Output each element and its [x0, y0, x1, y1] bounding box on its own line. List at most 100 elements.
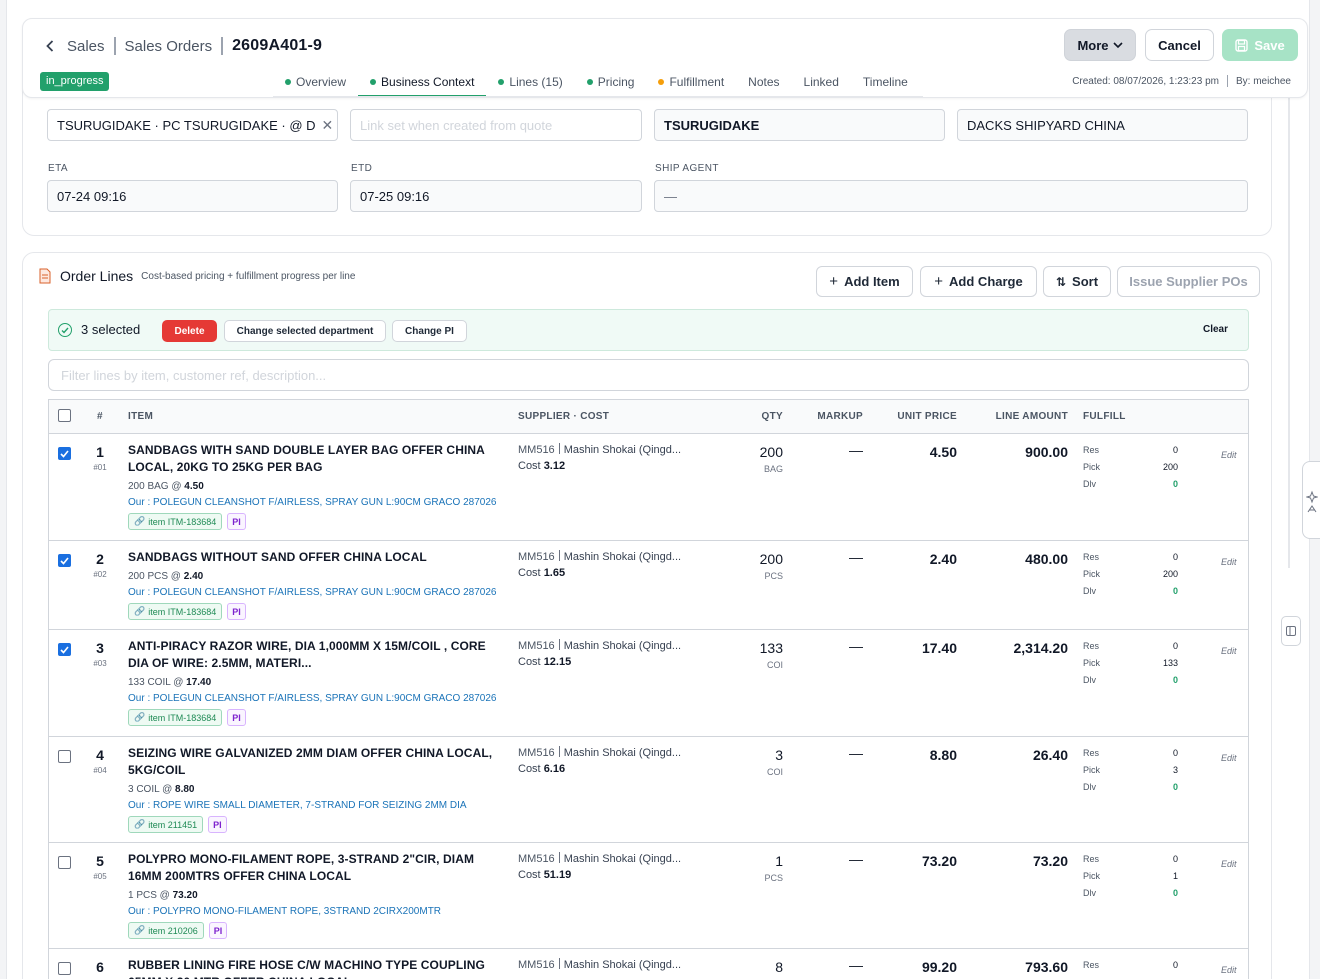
our-reference-link[interactable]: Our : POLEGUN CLEANSHOT F/AIRLESS, SPRAY…	[128, 497, 496, 508]
change-department-button[interactable]: Change selected department	[224, 320, 386, 342]
cancel-button[interactable]: Cancel	[1145, 29, 1214, 61]
line-markup[interactable]: —	[819, 442, 863, 458]
clear-selection-button[interactable]: Clear	[1203, 324, 1228, 335]
line-qty[interactable]: 8	[733, 959, 783, 975]
line-unit-price[interactable]: 4.50	[889, 444, 957, 460]
pi-badge[interactable]: PI	[227, 709, 246, 726]
item-title[interactable]: ANTI-PIRACY RAZOR WIRE, DIA 1,000MM X 15…	[128, 638, 508, 671]
tab-linked[interactable]: Linked	[792, 69, 851, 95]
select-all-checkbox[interactable]	[58, 409, 71, 422]
item-link-tag[interactable]: 🔗 item 210206	[128, 922, 204, 939]
shipyard-field[interactable]: DACKS SHIPYARD CHINA	[957, 109, 1248, 141]
edit-line-button[interactable]: Edit	[1221, 646, 1237, 656]
line-markup[interactable]: —	[819, 745, 863, 761]
col-supplier-cost[interactable]: SUPPLIER · COST	[518, 411, 609, 422]
add-item-button[interactable]: + Add Item	[816, 266, 913, 297]
save-button[interactable]: Save	[1222, 29, 1298, 61]
tab-overview[interactable]: Overview	[273, 69, 358, 95]
sort-button[interactable]: ⇅ Sort	[1043, 266, 1111, 297]
line-markup[interactable]: —	[819, 851, 863, 867]
supplier-name[interactable]: MM516 Mashin Shokai (Qingd...	[518, 639, 681, 652]
line-qty[interactable]: 200	[733, 551, 783, 567]
col-qty[interactable]: QTY	[749, 411, 783, 422]
row-checkbox[interactable]	[58, 962, 71, 975]
edit-line-button[interactable]: Edit	[1221, 859, 1237, 869]
tab-timeline[interactable]: Timeline	[851, 69, 920, 95]
vessel-name-field[interactable]: TSURUGIDAKE	[654, 109, 945, 141]
supplier-name[interactable]: MM516 Mashin Shokai (Qingd...	[518, 443, 681, 456]
supplier-name[interactable]: MM516 Mashin Shokai (Qingd...	[518, 852, 681, 865]
tab-pricing[interactable]: Pricing	[575, 69, 647, 95]
col-unit-price[interactable]: UNIT PRICE	[879, 411, 957, 422]
breadcrumb-sales[interactable]: Sales	[67, 38, 105, 55]
line-qty[interactable]: 3	[733, 747, 783, 763]
pi-badge[interactable]: PI	[208, 922, 228, 939]
item-title[interactable]: SEIZING WIRE GALVANIZED 2MM DIAM OFFER C…	[128, 745, 508, 778]
clear-icon[interactable]: ✕	[316, 117, 334, 134]
etd-field[interactable]: 07-25 09:16	[350, 180, 642, 212]
issue-supplier-pos-button[interactable]: Issue Supplier POs	[1117, 266, 1260, 297]
scrollbar-track[interactable]	[1288, 98, 1290, 568]
supplier-name[interactable]: MM516 Mashin Shokai (Qingd...	[518, 746, 681, 759]
tab-notes[interactable]: Notes	[736, 69, 791, 95]
item-link-tag[interactable]: 🔗 item 211451	[128, 816, 204, 833]
eta-field[interactable]: 07-24 09:16	[47, 180, 338, 212]
filter-lines-input[interactable]: Filter lines by item, customer ref, desc…	[48, 359, 1249, 391]
panel-toggle-icon[interactable]	[1281, 616, 1301, 646]
item-title[interactable]: RUBBER LINING FIRE HOSE C/W MACHINO TYPE…	[128, 957, 508, 979]
line-unit-price[interactable]: 8.80	[889, 747, 957, 763]
line-markup[interactable]: —	[819, 957, 863, 973]
vessel-select[interactable]: TSURUGIDAKE · PC TSURUGIDAKE · @ D ✕	[47, 109, 338, 141]
pi-badge[interactable]: PI	[227, 513, 246, 530]
pi-badge[interactable]: PI	[208, 816, 227, 833]
tab-fulfillment[interactable]: Fulfillment	[646, 69, 736, 95]
edit-line-button[interactable]: Edit	[1221, 450, 1237, 460]
supplier-name[interactable]: MM516 Mashin Shokai (Qingd...	[518, 550, 681, 563]
quote-link-field[interactable]: Link set when created from quote	[350, 109, 642, 141]
row-checkbox[interactable]	[58, 750, 71, 763]
delete-button[interactable]: Delete	[162, 320, 217, 342]
line-qty[interactable]: 1	[733, 853, 783, 869]
more-button[interactable]: More	[1064, 29, 1136, 61]
edit-line-button[interactable]: Edit	[1221, 965, 1237, 975]
our-reference-link[interactable]: Our : POLEGUN CLEANSHOT F/AIRLESS, SPRAY…	[128, 693, 496, 704]
row-checkbox[interactable]	[58, 856, 71, 869]
ship-agent-field[interactable]: —	[654, 180, 1248, 212]
row-checkbox[interactable]	[58, 554, 71, 567]
line-qty[interactable]: 133	[733, 640, 783, 656]
line-qty[interactable]: 200	[733, 444, 783, 460]
line-unit-price[interactable]: 73.20	[889, 853, 957, 869]
fulfill-pick: Pick 133	[1083, 658, 1178, 668]
line-markup[interactable]: —	[819, 638, 863, 654]
our-reference-link[interactable]: Our : ROPE WIRE SMALL DIAMETER, 7-STRAND…	[128, 800, 467, 811]
tab-lines-15[interactable]: Lines (15)	[486, 69, 574, 95]
back-arrow-icon[interactable]	[43, 36, 57, 56]
edit-line-button[interactable]: Edit	[1221, 753, 1237, 763]
add-charge-button[interactable]: + Add Charge	[920, 266, 1037, 297]
edit-line-button[interactable]: Edit	[1221, 557, 1237, 567]
ai-assistant-tab[interactable]	[1302, 461, 1320, 539]
tab-business-context[interactable]: Business Context	[358, 69, 487, 97]
col-markup[interactable]: MARKUP	[809, 411, 863, 422]
supplier-name[interactable]: MM516 Mashin Shokai (Qingd...	[518, 958, 681, 971]
change-pi-button[interactable]: Change PI	[392, 320, 467, 342]
item-title[interactable]: POLYPRO MONO-FILAMENT ROPE, 3-STRAND 2"C…	[128, 851, 508, 884]
row-checkbox[interactable]	[58, 447, 71, 460]
row-checkbox[interactable]	[58, 643, 71, 656]
item-title[interactable]: SANDBAGS WITH SAND DOUBLE LAYER BAG OFFE…	[128, 442, 508, 475]
pi-badge[interactable]: PI	[227, 603, 246, 620]
line-unit-price[interactable]: 17.40	[889, 640, 957, 656]
line-markup[interactable]: —	[819, 549, 863, 565]
item-link-tag[interactable]: 🔗 item ITM-183684	[128, 603, 223, 620]
our-reference-link[interactable]: Our : POLEGUN CLEANSHOT F/AIRLESS, SPRAY…	[128, 587, 496, 598]
breadcrumb-sales-orders[interactable]: Sales Orders	[125, 38, 213, 55]
line-unit-price[interactable]: 99.20	[889, 959, 957, 975]
item-link-tag[interactable]: 🔗 item ITM-183684	[128, 513, 223, 530]
item-link-tag[interactable]: 🔗 item ITM-183684	[128, 709, 223, 726]
col-item[interactable]: ITEM	[128, 411, 153, 422]
line-unit-price[interactable]: 2.40	[889, 551, 957, 567]
our-reference-link[interactable]: Our : POLYPRO MONO-FILAMENT ROPE, 3STRAN…	[128, 906, 441, 917]
item-title[interactable]: SANDBAGS WITHOUT SAND OFFER CHINA LOCAL	[128, 549, 508, 566]
col-line-amount[interactable]: LINE AMOUNT	[979, 411, 1068, 422]
fulfill-label: Res	[1083, 552, 1100, 562]
